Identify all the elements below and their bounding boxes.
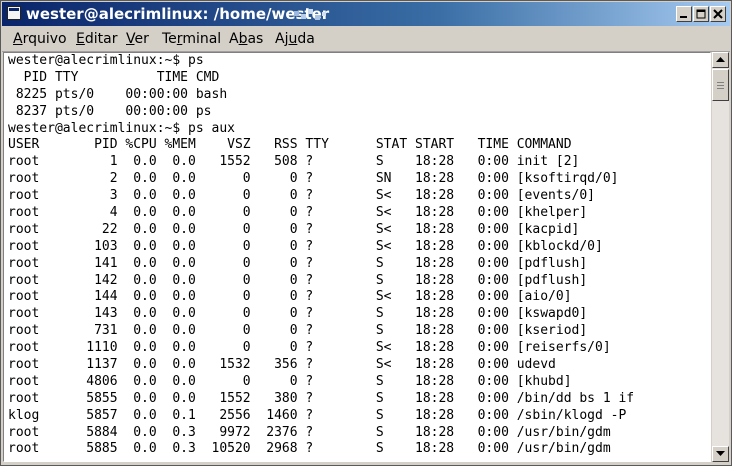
minimize-button[interactable] <box>676 6 692 22</box>
thumb-grip <box>717 82 724 83</box>
maximize-icon <box>696 9 706 19</box>
menu-ver[interactable]: Ver <box>126 30 149 48</box>
menu-editar[interactable]: Editar <box>76 30 117 48</box>
menu-abas[interactable]: Abas <box>229 30 263 48</box>
terminal-line: 8237 pts/0 00:00:00 ps <box>8 103 212 119</box>
maximize-button[interactable] <box>693 6 709 22</box>
terminal-line: klog 5857 0.0 0.1 2556 1460 ? S 18:28 0:… <box>8 407 627 423</box>
thumb-grip <box>717 85 724 86</box>
terminal-line: root 144 0.0 0.0 0 0 ? S< 18:28 0:00 [ai… <box>8 289 572 305</box>
terminal-line: root 5884 0.0 0.3 9972 2376 ? S 18:28 0:… <box>8 424 611 440</box>
terminal-line: USER PID %CPU %MEM VSZ RSS TTY STAT STAR… <box>8 137 572 153</box>
title-decoration-icon <box>294 9 326 20</box>
terminal-line: PID TTY TIME CMD <box>8 69 220 85</box>
menu-ajuda[interactable]: Ajuda <box>275 30 315 48</box>
menu-label: as <box>247 31 264 47</box>
menu-label: er <box>134 31 149 47</box>
title-bar[interactable]: wester@alecrimlinux: /home/wester <box>2 2 730 26</box>
menu-arquivo[interactable]: Arquivo <box>13 30 67 48</box>
terminal-line: root 731 0.0 0.0 0 0 ? S 18:28 0:00 [kse… <box>8 323 588 339</box>
menu-label: rquivo <box>22 31 67 47</box>
terminal-app-icon[interactable] <box>7 6 21 20</box>
terminal-line: root 1 0.0 0.0 1552 508 ? S 18:28 0:00 i… <box>8 154 580 170</box>
arrow-down-icon <box>716 451 725 456</box>
menu-label-prefix: Aj <box>275 31 289 47</box>
thumb-grip <box>717 88 724 89</box>
terminal-line: root 2 0.0 0.0 0 0 ? SN 18:28 0:00 [ksof… <box>8 171 619 187</box>
menu-mnemonic: E <box>76 31 85 47</box>
terminal-line: root 4806 0.0 0.0 0 0 ? S 18:28 0:00 [kh… <box>8 373 572 389</box>
arrow-up-icon <box>716 57 725 62</box>
menu-terminal[interactable]: Terminal <box>162 30 221 48</box>
minimize-icon <box>680 16 687 18</box>
menu-label: da <box>297 31 315 47</box>
terminal-text: wester@alecrimlinux:~$ ps PID TTY TIME C… <box>8 53 634 458</box>
scroll-down-button[interactable] <box>712 446 729 462</box>
menu-bar: Arquivo Editar Ver Terminal Abas Ajuda <box>2 27 730 52</box>
terminal-line: root 142 0.0 0.0 0 0 ? S 18:28 0:00 [pdf… <box>8 272 588 288</box>
terminal-line: wester@alecrimlinux:~$ ps aux <box>8 120 235 136</box>
menu-mnemonic: u <box>288 31 298 47</box>
terminal-line: root 22 0.0 0.0 0 0 ? S< 18:28 0:00 [kac… <box>8 221 580 237</box>
terminal-line: root 3 0.0 0.0 0 0 ? S< 18:28 0:00 [even… <box>8 188 595 204</box>
vertical-scrollbar[interactable] <box>712 52 729 462</box>
terminal-line: root 141 0.0 0.0 0 0 ? S 18:28 0:00 [pdf… <box>8 255 588 271</box>
terminal-line: root 143 0.0 0.0 0 0 ? S 18:28 0:00 [ksw… <box>8 306 588 322</box>
terminal-line: root 5855 0.0 0.0 1552 380 ? S 18:28 0:0… <box>8 390 635 406</box>
terminal-line: root 5885 0.0 0.3 10520 2968 ? S 18:28 0… <box>8 441 611 457</box>
terminal-output[interactable]: wester@alecrimlinux:~$ ps PID TTY TIME C… <box>3 52 711 462</box>
terminal-line: root 103 0.0 0.0 0 0 ? S< 18:28 0:00 [kb… <box>8 238 603 254</box>
terminal-line: wester@alecrimlinux:~$ ps <box>8 53 204 68</box>
menu-label: minal <box>182 31 222 47</box>
menu-mnemonic: V <box>126 31 135 47</box>
scroll-thumb[interactable] <box>712 69 729 101</box>
terminal-window: wester@alecrimlinux: /home/wester Arquiv… <box>0 0 732 466</box>
terminal-line: 8225 pts/0 00:00:00 bash <box>8 86 228 102</box>
menu-label-prefix: A <box>229 31 239 47</box>
close-icon <box>713 9 723 19</box>
scroll-up-button[interactable] <box>712 52 729 68</box>
close-button[interactable] <box>710 6 726 22</box>
menu-mnemonic: A <box>13 31 23 47</box>
window-title: wester@alecrimlinux: /home/wester <box>26 5 330 23</box>
terminal-line: root 1137 0.0 0.0 1532 356 ? S< 18:28 0:… <box>8 357 556 373</box>
menu-label: ditar <box>84 31 118 47</box>
terminal-line: root 1110 0.0 0.0 0 0 ? S< 18:28 0:00 [r… <box>8 340 611 356</box>
terminal-line: root 4 0.0 0.0 0 0 ? S< 18:28 0:00 [khel… <box>8 205 588 221</box>
menu-label-prefix: Te <box>162 31 177 47</box>
